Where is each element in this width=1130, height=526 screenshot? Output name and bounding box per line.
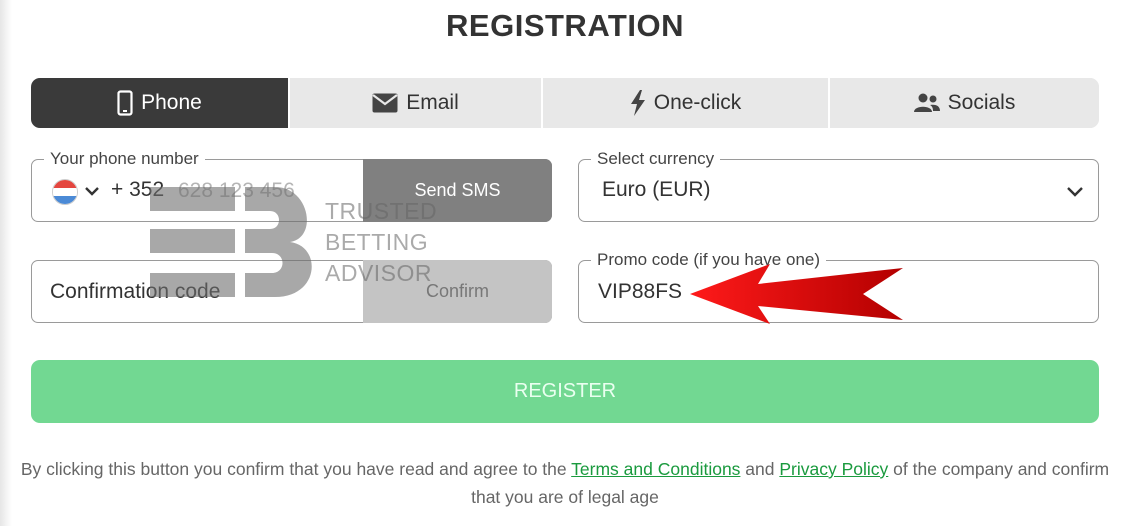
tab-socials-label: Socials xyxy=(947,91,1016,114)
mobile-phone-icon xyxy=(117,90,133,116)
send-sms-button[interactable]: Send SMS xyxy=(363,159,552,222)
lightning-bolt-icon xyxy=(630,90,646,116)
tab-socials[interactable]: Socials xyxy=(830,78,1099,128)
privacy-policy-link[interactable]: Privacy Policy xyxy=(779,459,888,479)
currency-legend: Select currency xyxy=(591,148,721,170)
phone-number-field: Your phone number + 352 Send SMS xyxy=(31,148,552,222)
watermark-text-line-2: BETTING xyxy=(325,229,429,255)
envelope-icon xyxy=(372,93,398,113)
phone-number-legend: Your phone number xyxy=(44,148,205,170)
tab-email[interactable]: Email xyxy=(290,78,543,128)
registration-method-tabs: Phone Email One-click Socials xyxy=(31,78,1099,128)
luxembourg-flag-icon[interactable] xyxy=(52,179,78,205)
tab-phone[interactable]: Phone xyxy=(31,78,290,128)
promo-code-input[interactable] xyxy=(598,277,898,307)
phone-input[interactable] xyxy=(178,176,358,206)
chevron-down-icon[interactable] xyxy=(1066,185,1084,203)
terms-disclaimer: By clicking this button you confirm that… xyxy=(20,455,1110,511)
page-left-shadow xyxy=(0,0,12,526)
tab-email-label: Email xyxy=(406,91,459,114)
confirmation-code-input[interactable] xyxy=(50,277,350,307)
promo-code-field: Promo code (if you have one) xyxy=(578,249,1099,323)
tab-one-click[interactable]: One-click xyxy=(543,78,830,128)
confirmation-code-field: Confirm xyxy=(31,260,552,323)
users-icon xyxy=(913,93,940,113)
currency-value: Euro (EUR) xyxy=(602,178,711,201)
register-button[interactable]: REGISTER xyxy=(31,360,1099,423)
tab-one-click-label: One-click xyxy=(653,91,742,114)
dial-code: + 352 xyxy=(111,178,165,201)
confirm-button[interactable]: Confirm xyxy=(363,260,552,323)
disclaimer-prefix: By clicking this button you confirm that… xyxy=(20,459,567,479)
currency-select[interactable]: Select currency Euro (EUR) xyxy=(578,148,1099,222)
chevron-down-icon[interactable] xyxy=(84,184,100,202)
tab-phone-label: Phone xyxy=(141,91,202,114)
page-title: REGISTRATION xyxy=(446,8,684,43)
disclaimer-and: and xyxy=(745,459,775,479)
terms-and-conditions-link[interactable]: Terms and Conditions xyxy=(571,459,740,479)
promo-code-legend: Promo code (if you have one) xyxy=(591,249,827,271)
